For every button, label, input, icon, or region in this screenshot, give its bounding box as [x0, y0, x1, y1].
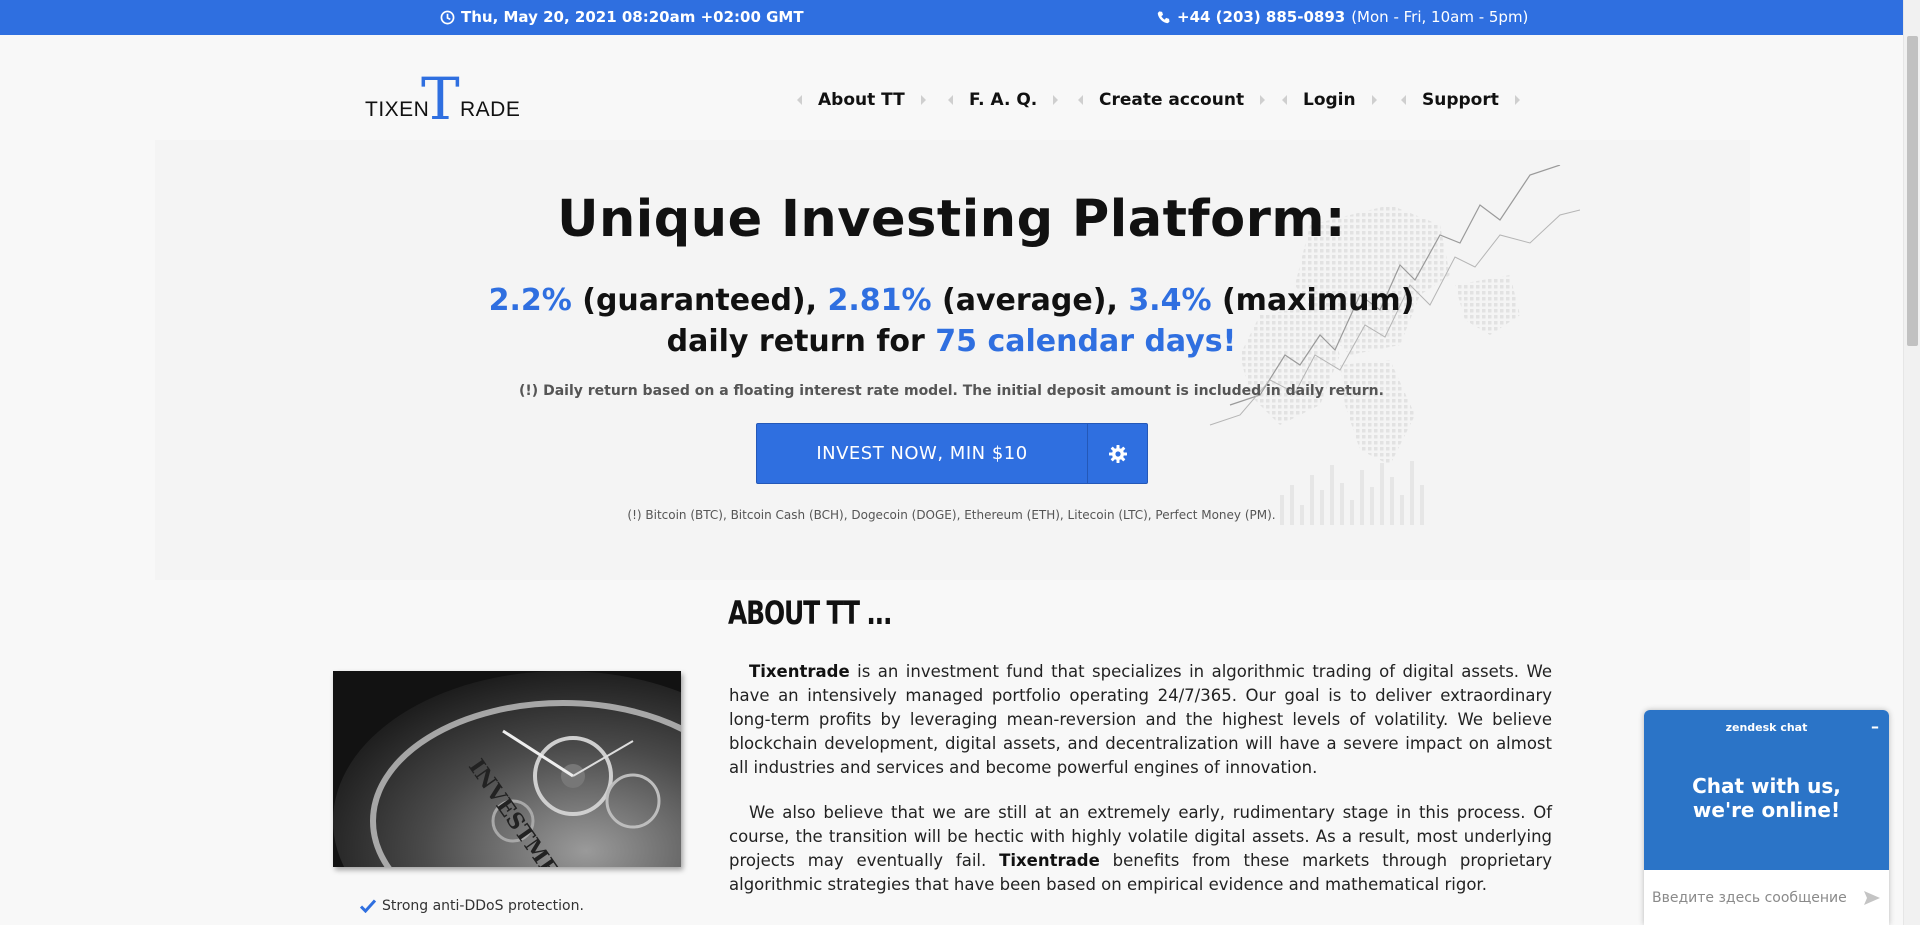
logo[interactable]: TIXEN T RADE [365, 70, 520, 128]
nav-create-account-label[interactable]: Create account [1099, 90, 1244, 110]
datetime-text: Thu, May 20, 2021 08:20am +02:00 GMT [461, 8, 804, 26]
rates-line: 2.2% (guaranteed), 2.81% (average), 3.4%… [0, 280, 1903, 321]
nav-support-label[interactable]: Support [1422, 90, 1499, 110]
nav-login-label[interactable]: Login [1303, 90, 1356, 110]
logo-word-right: RADE [460, 98, 521, 121]
office-hours: (Mon - Fri, 10am - 5pm) [1351, 8, 1529, 26]
crypto-note: (!) Bitcoin (BTC), Bitcoin Cash (BCH), D… [627, 508, 1276, 522]
feature-text: Strong anti-DDoS protection. [382, 898, 584, 914]
nav-arrow-right [920, 95, 926, 105]
nav-arrow-right [1260, 95, 1266, 105]
datetime: Thu, May 20, 2021 08:20am +02:00 GMT [440, 8, 804, 26]
phone-number[interactable]: +44 (203) 885-0893 [1177, 8, 1345, 26]
clock-icon [440, 10, 455, 24]
nav-arrow-right [1514, 95, 1520, 105]
nav-faq[interactable]: F. A. Q. [948, 90, 1059, 110]
phone-contact[interactable]: +44 (203) 885-0893 (Mon - Fri, 10am - 5p… [1156, 8, 1528, 26]
gear-icon [1108, 444, 1127, 463]
invest-button[interactable]: INVEST NOW, MIN $10 [756, 423, 1148, 484]
nav-login[interactable]: Login [1282, 90, 1377, 110]
nav-support[interactable]: Support [1401, 90, 1520, 110]
logo-letter-t: T [421, 65, 460, 133]
brand-name: Tixentrade [749, 662, 850, 681]
nav-faq-label[interactable]: F. A. Q. [969, 90, 1037, 110]
nav-arrow-left [797, 95, 802, 105]
minimize-button[interactable]: – [1871, 717, 1879, 736]
rate-maximum: 3.4% [1128, 283, 1212, 318]
chat-input-placeholder[interactable]: Введите здесь сообщение [1652, 890, 1863, 906]
nav-arrow-left [1401, 95, 1406, 105]
invest-button-label[interactable]: INVEST NOW, MIN $10 [757, 424, 1087, 483]
days-line: daily return for 75 calendar days! [0, 321, 1903, 362]
brand-name: Tixentrade [999, 851, 1100, 870]
chat-brand: zendesk chat [1725, 721, 1808, 734]
about-heading: ABOUT TT ... [728, 594, 892, 632]
chat-message: Chat with us, we're online! [1692, 774, 1841, 822]
chat-widget[interactable]: zendesk chat – Chat with us, we're onlin… [1644, 710, 1889, 925]
days-value: 75 calendar days! [935, 324, 1237, 359]
invest-settings-button[interactable] [1087, 424, 1147, 483]
label-guaranteed: (guaranteed), [582, 283, 818, 318]
label-maximum: (maximum) [1221, 283, 1415, 318]
hero-subtitle: 2.2% (guaranteed), 2.81% (average), 3.4%… [0, 280, 1903, 362]
nav-arrow-right [1053, 95, 1059, 105]
investment-watch-image: INVESTMENT [333, 671, 681, 867]
label-average: (average), [942, 283, 1118, 318]
check-icon [360, 899, 376, 913]
chat-input[interactable]: Введите здесь сообщение [1644, 870, 1889, 925]
about-p1-text: is an investment fund that specializes i… [729, 662, 1552, 777]
page-scrollbar[interactable] [1903, 0, 1920, 925]
nav-about[interactable]: About TT [797, 90, 926, 110]
logo-word-left: TIXEN [365, 98, 430, 121]
about-paragraph-2: We also believe that we are still at an … [729, 801, 1552, 897]
nav-arrow-left [1282, 95, 1287, 105]
nav-arrow-left [1078, 95, 1083, 105]
return-note: (!) Daily return based on a floating int… [519, 383, 1384, 399]
days-prefix: daily return for [666, 324, 925, 359]
rate-guaranteed: 2.2% [488, 283, 572, 318]
top-bar: Thu, May 20, 2021 08:20am +02:00 GMT +44… [0, 0, 1920, 35]
nav-about-label[interactable]: About TT [818, 90, 905, 110]
about-text: Tixentrade is an investment fund that sp… [729, 660, 1552, 918]
chat-header[interactable]: zendesk chat – Chat with us, we're onlin… [1644, 710, 1889, 870]
about-paragraph-1: Tixentrade is an investment fund that sp… [729, 660, 1552, 780]
scrollbar-thumb[interactable] [1907, 36, 1918, 346]
rate-average: 2.81% [827, 283, 932, 318]
nav-arrow-left [948, 95, 953, 105]
send-icon[interactable] [1863, 889, 1881, 907]
phone-icon [1157, 10, 1170, 23]
feature-item: Strong anti-DDoS protection. [360, 898, 584, 914]
hero-title: Unique Investing Platform: [557, 190, 1346, 249]
nav-create-account[interactable]: Create account [1078, 90, 1266, 110]
nav-arrow-right [1371, 95, 1377, 105]
